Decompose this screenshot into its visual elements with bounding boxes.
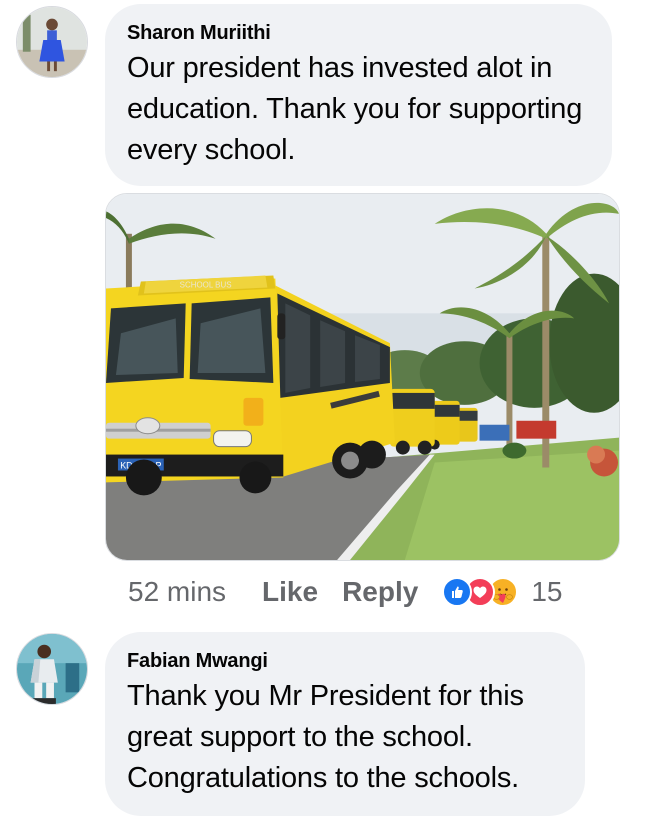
bus-destination-sign: SCHOOL BUS: [180, 280, 232, 289]
like-icon: [442, 577, 473, 607]
comment-text: Our president has invested alot in educa…: [127, 52, 583, 166]
comment-author[interactable]: Fabian Mwangi: [127, 649, 585, 673]
comment-text: Thank you Mr President for this great su…: [127, 680, 524, 794]
like-button[interactable]: Like: [262, 576, 318, 608]
avatar-fabian-mwangi[interactable]: [16, 633, 88, 705]
comment-bubble: Fabian Mwangi Thank you Mr President for…: [105, 632, 585, 816]
reaction-count[interactable]: 15: [531, 576, 562, 608]
comment-actions-bar: 52 mins Like Reply 15: [128, 572, 562, 612]
comment-bubble: Sharon Muriithi Our president has invest…: [105, 4, 612, 186]
reactions-summary[interactable]: [442, 577, 519, 607]
reply-button[interactable]: Reply: [342, 576, 418, 608]
comment-timestamp[interactable]: 52 mins: [128, 576, 226, 608]
profile-photo: [17, 7, 87, 77]
profile-photo: [17, 634, 87, 704]
comment-author[interactable]: Sharon Muriithi: [127, 21, 612, 45]
comment-photo-school-buses[interactable]: KDA 451P SCHOOL BUS: [105, 193, 620, 561]
avatar-sharon-muriithi[interactable]: [16, 6, 88, 78]
school-buses-photo: KDA 451P SCHOOL BUS: [106, 194, 619, 560]
